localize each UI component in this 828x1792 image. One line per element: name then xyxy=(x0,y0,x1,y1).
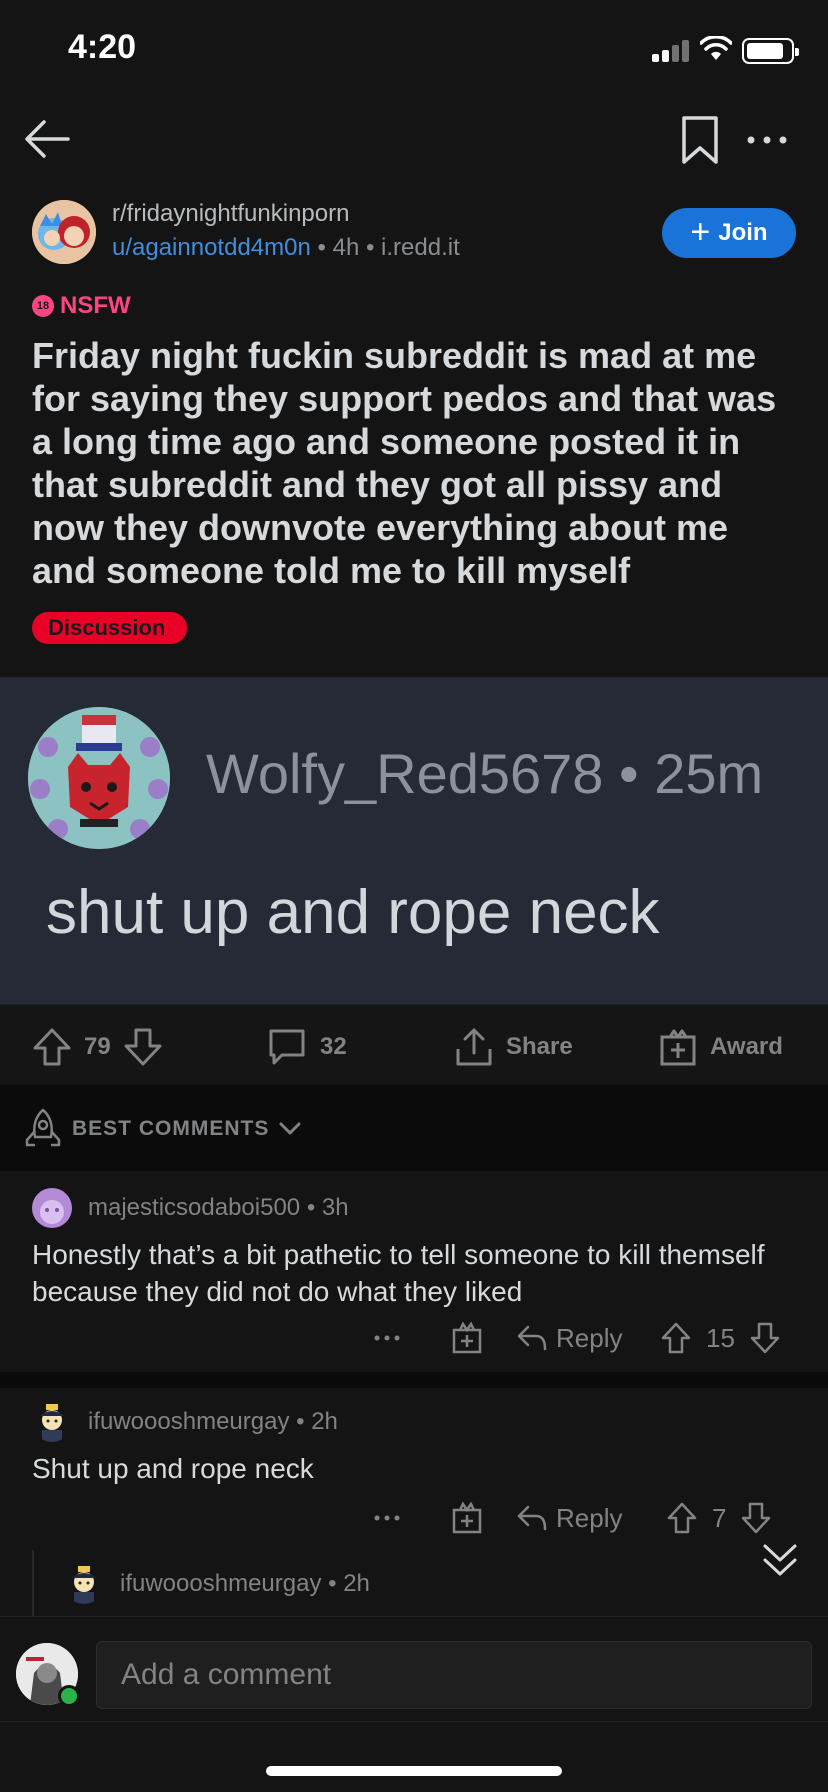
post-image[interactable]: Wolfy_Red5678 • 25m shut up and rope nec… xyxy=(0,677,828,1004)
downvote-icon[interactable] xyxy=(123,1027,163,1067)
reply-label: Reply xyxy=(556,1502,623,1533)
award-button[interactable]: Award xyxy=(658,1025,783,1069)
reply-label: Reply xyxy=(556,1322,623,1353)
reply-icon xyxy=(517,1505,547,1531)
post-flair[interactable]: Discussion xyxy=(32,612,188,644)
post-action-bar: 79 32 Share Award xyxy=(0,1004,828,1084)
chevron-down-icon xyxy=(279,1122,301,1135)
reply-button[interactable]: Reply xyxy=(516,1496,622,1540)
bookmark-icon[interactable] xyxy=(676,114,724,166)
reply-icon xyxy=(517,1325,547,1351)
award-icon xyxy=(660,1029,696,1066)
comment-vote-count: 15 xyxy=(706,1322,735,1353)
upvote-icon[interactable] xyxy=(32,1027,72,1067)
cellular-signal-icon xyxy=(652,40,690,62)
downvote-icon[interactable] xyxy=(749,1321,781,1355)
image-user-avatar xyxy=(28,707,170,849)
award-label: Award xyxy=(710,1033,783,1060)
comment-body: Shut up and rope neck xyxy=(32,1453,314,1484)
downvote-icon[interactable] xyxy=(740,1501,772,1535)
post-meta: u/againnotdd4m0n • 4h • i.redd.it xyxy=(112,234,460,261)
thread-line xyxy=(32,1550,34,1616)
join-button[interactable]: + Join xyxy=(662,208,796,258)
battery-icon xyxy=(742,38,799,64)
comment-icon xyxy=(269,1029,305,1065)
comment-vote-group: 15 xyxy=(660,1316,781,1360)
nsfw-icon: 18 xyxy=(32,295,54,317)
status-bar: 4:20 xyxy=(0,0,828,100)
post-vote-count: 79 xyxy=(84,1033,111,1060)
comment-author[interactable]: majesticsodaboi500 xyxy=(88,1194,300,1221)
rocket-icon xyxy=(25,1108,61,1147)
upvote-icon[interactable] xyxy=(666,1501,698,1535)
share-icon xyxy=(456,1028,492,1066)
avatar[interactable] xyxy=(32,1402,72,1442)
join-label: Join xyxy=(718,219,768,246)
nsfw-tag: 18 NSFW xyxy=(32,292,131,320)
post-author[interactable]: u/againnotdd4m0n xyxy=(112,234,311,261)
comment-author[interactable]: ifuwoooshmeurgay xyxy=(120,1570,321,1597)
sort-label: BEST COMMENTS xyxy=(72,1117,270,1140)
nsfw-label: NSFW xyxy=(60,292,131,319)
comment-meta: ifuwoooshmeurgay • 2h xyxy=(120,1570,370,1597)
status-time: 4:20 xyxy=(68,28,137,66)
comment-divider xyxy=(0,1372,828,1388)
plus-icon: + xyxy=(690,212,711,251)
comment-input[interactable] xyxy=(96,1641,812,1709)
image-age: 25m xyxy=(654,742,764,805)
award-icon[interactable] xyxy=(450,1316,484,1360)
comment-meta: ifuwoooshmeurgay • 2h xyxy=(88,1408,338,1435)
upvote-icon[interactable] xyxy=(660,1321,692,1355)
comment-actions: Reply 15 xyxy=(0,1316,828,1360)
share-label: Share xyxy=(506,1033,573,1060)
comment: majesticsodaboi500 • 3h Honestly that’s … xyxy=(0,1172,828,1372)
online-status-dot xyxy=(58,1685,80,1707)
image-username-line: Wolfy_Red5678 • 25m xyxy=(206,742,764,805)
wifi-icon xyxy=(700,36,732,60)
comment-reply: ifuwoooshmeurgay • 2h xyxy=(0,1550,828,1616)
comment-author[interactable]: ifuwoooshmeurgay xyxy=(88,1408,289,1435)
vote-group: 79 xyxy=(32,1025,163,1069)
comment-vote-count: 7 xyxy=(712,1502,727,1533)
collapse-icon[interactable] xyxy=(760,1540,800,1580)
comment-composer xyxy=(0,1616,828,1722)
comment-age: 2h xyxy=(343,1570,370,1597)
comment-vote-group: 7 xyxy=(666,1496,772,1540)
image-username: Wolfy_Red5678 xyxy=(206,742,604,805)
share-button[interactable]: Share xyxy=(454,1025,573,1069)
more-icon[interactable] xyxy=(372,1496,402,1540)
image-comment-text: shut up and rope neck xyxy=(46,878,660,947)
post-title: Friday night fuckin subreddit is mad at … xyxy=(32,335,777,591)
back-arrow-icon[interactable] xyxy=(20,112,74,166)
post-age: 4h xyxy=(332,234,360,261)
comment-actions: Reply 7 xyxy=(0,1496,828,1540)
comments-button[interactable]: 32 xyxy=(266,1025,347,1069)
comment-body: Honestly that’s a bit pathetic to tell s… xyxy=(32,1239,765,1307)
more-icon[interactable] xyxy=(742,118,792,162)
comment-sort-bar[interactable]: BEST COMMENTS xyxy=(0,1085,828,1171)
comment-age: 2h xyxy=(311,1408,338,1435)
nav-bar xyxy=(0,100,828,180)
subreddit-avatar[interactable] xyxy=(32,200,96,264)
home-indicator[interactable] xyxy=(266,1766,562,1776)
award-icon[interactable] xyxy=(450,1496,484,1540)
post-header: r/fridaynightfunkinporn u/againnotdd4m0n… xyxy=(0,196,828,272)
avatar[interactable] xyxy=(32,1188,72,1228)
subreddit-name[interactable]: r/fridaynightfunkinporn xyxy=(112,200,349,228)
reply-button[interactable]: Reply xyxy=(516,1316,622,1360)
comment-meta: majesticsodaboi500 • 3h xyxy=(88,1194,349,1221)
more-icon[interactable] xyxy=(372,1316,402,1360)
comment-age: 3h xyxy=(321,1194,349,1221)
avatar[interactable] xyxy=(64,1564,104,1604)
comment-count: 32 xyxy=(320,1033,347,1060)
post-domain[interactable]: i.redd.it xyxy=(381,234,460,261)
